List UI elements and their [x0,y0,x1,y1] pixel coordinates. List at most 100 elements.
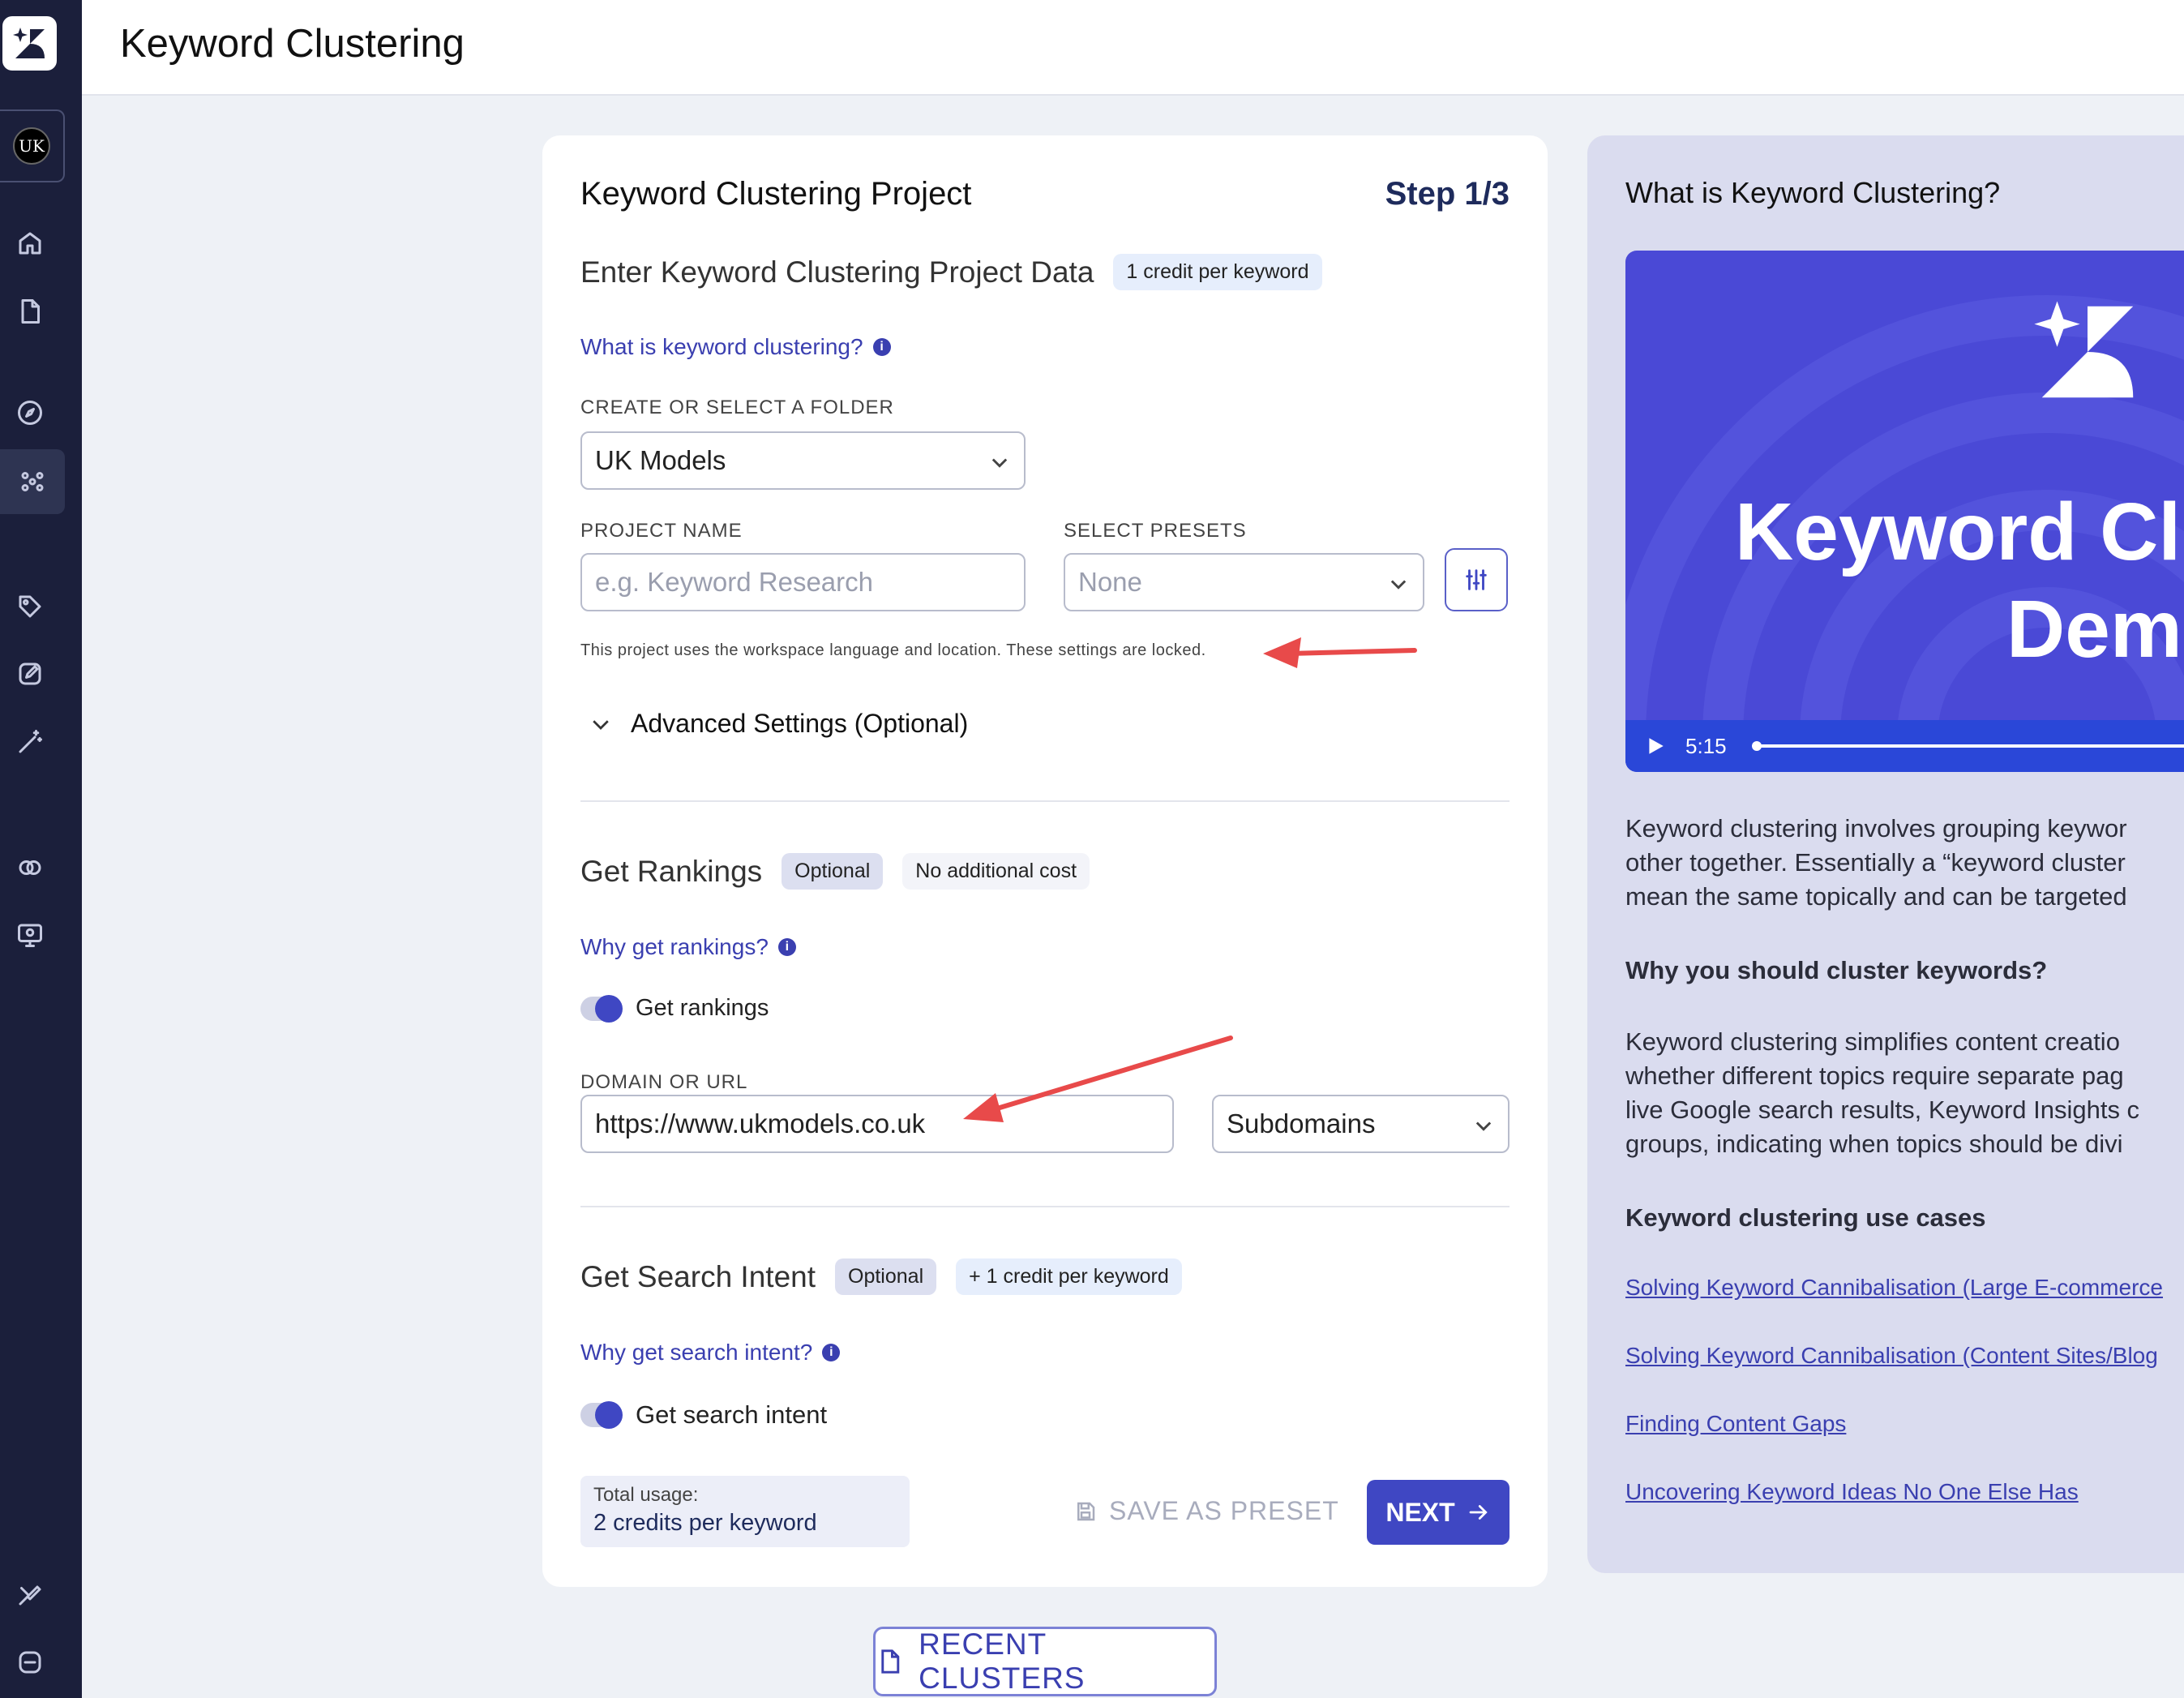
chevron-down-icon [988,449,1011,472]
chevron-down-icon [1387,571,1410,594]
folder-select[interactable]: UK Models [580,431,1026,490]
next-label: NEXT [1385,1497,1455,1527]
monitor-icon[interactable] [10,915,50,955]
recent-clusters-button[interactable]: RECENT CLUSTERS [873,1627,1217,1696]
use-case-link[interactable]: Finding Content Gaps [1625,1411,1846,1437]
chevron-down-icon [1472,1113,1495,1135]
info-icon: i [777,938,796,956]
why-line: live Google search results, Keyword Insi… [1625,1096,2140,1124]
sidebar: UK [0,0,82,1698]
video-player[interactable]: Keyword Clu Dem 5:15 [1625,251,2184,772]
section-subtitle: Enter Keyword Clustering Project Data [580,255,1094,289]
project-name-label: PROJECT NAME [580,520,743,542]
file-icon[interactable] [10,291,50,332]
cost-badge: No additional cost [902,853,1090,890]
intent-title: Get Search Intent [580,1259,816,1293]
top-bar: Keyword Clustering [82,0,2184,96]
what-is-clustering-link[interactable]: What is keyword clustering? i [580,334,891,360]
page-title: Keyword Clustering [120,22,465,66]
intro-line: mean the same topically and can be targe… [1625,882,2127,911]
optional-badge: Optional [835,1258,937,1295]
workspace-switcher[interactable]: UK [0,109,65,182]
domain-label: DOMAIN OR URL [580,1071,748,1093]
why-heading: Why you should cluster keywords? [1625,956,2048,984]
brush-icon[interactable] [10,1574,50,1614]
preset-settings-button[interactable] [1445,548,1508,611]
video-title-line1: Keyword Clu [1735,487,2184,577]
video-logo-icon [2034,301,2134,398]
divider [580,1206,1510,1207]
intent-toggle[interactable]: Get search intent [580,1400,827,1430]
save-preset-button[interactable]: SAVE AS PRESET [1073,1496,1339,1526]
link-icon[interactable] [10,847,50,888]
why-rankings-link[interactable]: Why get rankings? i [580,934,796,960]
project-name-input[interactable]: e.g. Keyword Research [580,553,1026,611]
rankings-title: Get Rankings [580,854,763,888]
advanced-settings-label: Advanced Settings (Optional) [631,709,969,738]
usage-value: 2 credits per keyword [593,1510,817,1536]
play-icon[interactable] [1645,735,1666,757]
info-icon: i [822,1344,841,1361]
app-logo-icon[interactable] [2,16,57,71]
locked-settings-note: This project uses the workspace language… [580,641,1206,659]
project-form-card: Keyword Clustering Project Step 1/3 Ente… [542,135,1548,1587]
why-intent-link[interactable]: Why get search intent? i [580,1340,841,1366]
use-case-link[interactable]: Solving Keyword Cannibalisation (Large E… [1625,1275,2163,1301]
chevron-down-icon [593,719,609,730]
info-panel-title: What is Keyword Clustering? [1625,176,2001,209]
compass-icon[interactable] [10,392,50,433]
magic-wand-icon[interactable] [10,722,50,762]
home-icon[interactable] [10,223,50,264]
presets-select[interactable]: None [1064,553,1424,611]
cost-badge: + 1 credit per keyword [956,1258,1182,1295]
domain-scope-select[interactable]: Subdomains [1212,1095,1510,1153]
card-title: Keyword Clustering Project [580,176,972,212]
video-progress-bar[interactable] [1752,741,2184,751]
next-button[interactable]: NEXT [1367,1480,1510,1545]
save-icon [1077,1502,1095,1520]
workspace-avatar: UK [13,127,50,165]
toggle-switch[interactable] [580,1401,623,1429]
rankings-toggle[interactable]: Get rankings [580,994,769,1023]
step-indicator: Step 1/3 [1385,176,1510,212]
advanced-settings-toggle[interactable]: Advanced Settings (Optional) [589,709,968,739]
divider [580,800,1510,802]
domain-input[interactable]: https://www.ukmodels.co.uk [580,1095,1174,1153]
toggle-switch[interactable] [580,994,623,1023]
folder-select-value: UK Models [595,445,726,475]
why-rankings-link-text: Why get rankings? [580,934,769,959]
credit-badge: 1 credit per keyword [1113,254,1322,290]
optional-badge: Optional [782,853,884,890]
tag-icon[interactable] [10,586,50,627]
info-panel: What is Keyword Clustering? Keyword Clu … [1587,135,2184,1573]
intro-line: Keyword clustering involves grouping key… [1625,814,2127,843]
intent-toggle-label: Get search intent [636,1400,828,1429]
use-case-link[interactable]: Uncovering Keyword Ideas No One Else Has [1625,1479,2079,1505]
domain-scope-value: Subdomains [1227,1108,1376,1138]
what-is-clustering-link-text: What is keyword clustering? [580,334,863,359]
project-name-placeholder: e.g. Keyword Research [595,567,874,597]
edit-icon[interactable] [10,654,50,694]
save-preset-label: SAVE AS PRESET [1109,1496,1339,1525]
presets-select-value: None [1078,567,1142,597]
video-time: 5:15 [1685,733,1727,758]
why-line: groups, indicating when topics should be… [1625,1130,2123,1158]
use-cases-heading: Keyword clustering use cases [1625,1203,1986,1232]
recent-clusters-label: RECENT CLUSTERS [919,1627,1086,1695]
intro-line: other together. Essentially a “keyword c… [1625,848,2126,877]
logout-icon[interactable] [10,1642,50,1683]
presets-label: SELECT PRESETS [1064,520,1247,542]
video-controls: 5:15 [1625,720,2184,772]
use-case-link[interactable]: Solving Keyword Cannibalisation (Content… [1625,1343,2158,1369]
sliders-icon [1466,569,1487,590]
folder-label: CREATE OR SELECT A FOLDER [580,397,894,418]
why-line: Keyword clustering simplifies content cr… [1625,1027,2120,1056]
why-line: whether different topics require separat… [1625,1061,2124,1090]
domain-input-value: https://www.ukmodels.co.uk [595,1108,926,1138]
usage-box: Total usage: 2 credits per keyword [580,1476,910,1547]
rankings-toggle-label: Get rankings [636,995,769,1021]
file-icon [881,1649,900,1674]
video-title-line2: Dem [2006,584,2182,675]
cluster-icon[interactable] [0,449,65,514]
arrow-right-icon [1469,1505,1488,1520]
